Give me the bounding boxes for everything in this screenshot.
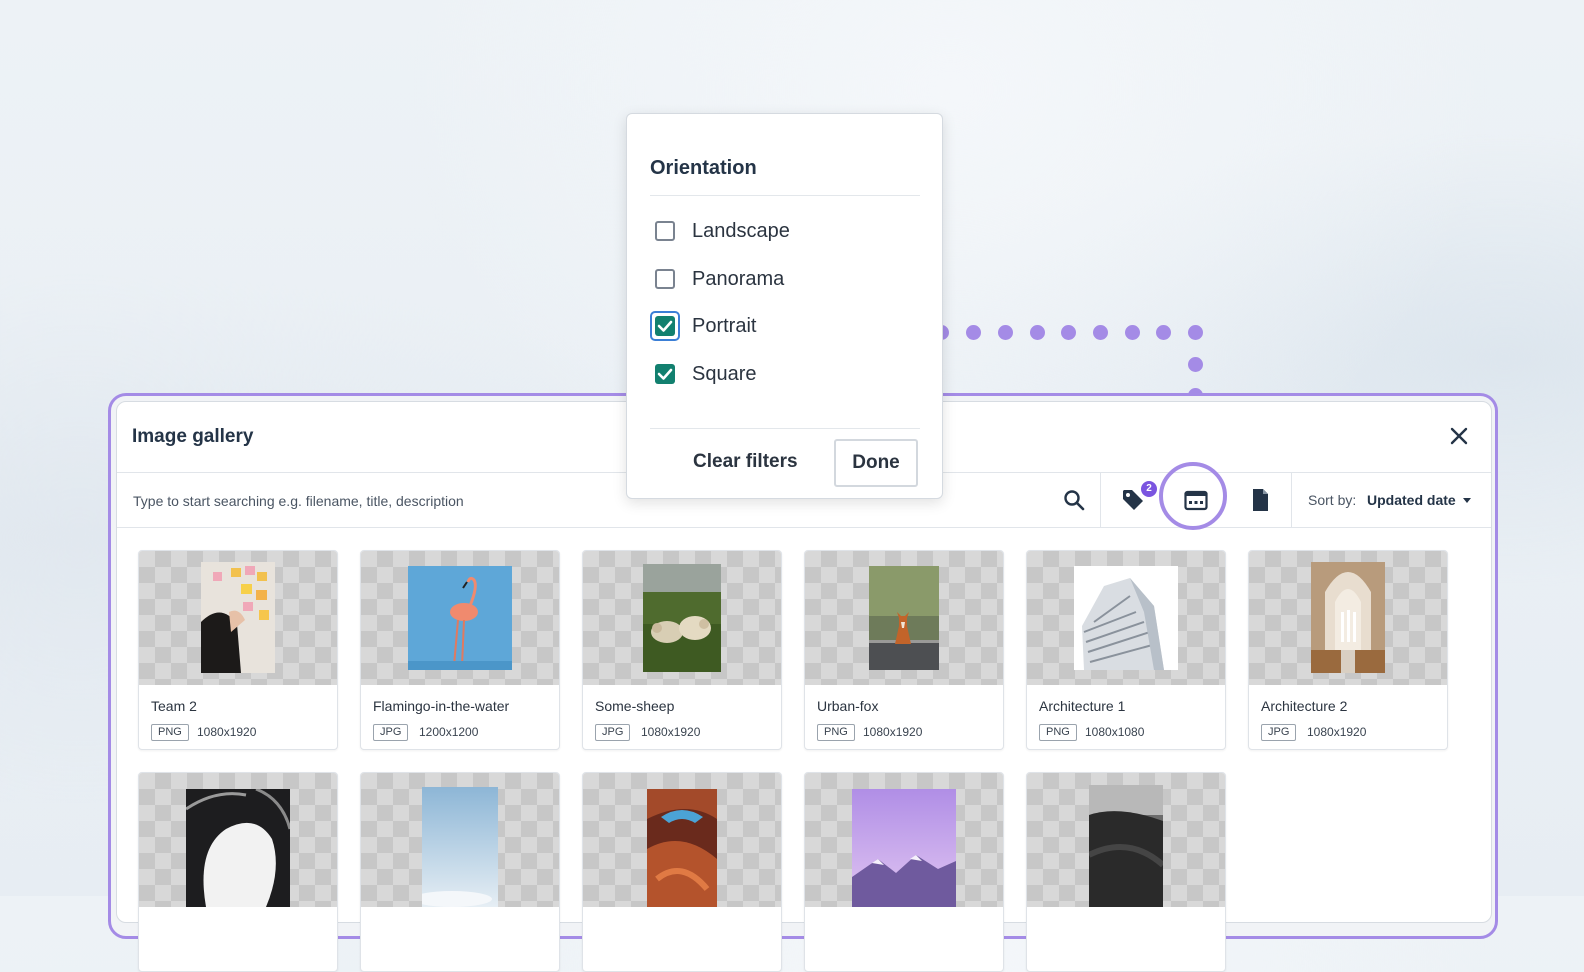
image-thumbnail bbox=[805, 773, 1003, 907]
option-landscape[interactable]: Landscape bbox=[655, 217, 915, 247]
photo-purple-mountains bbox=[852, 789, 956, 907]
checkbox-checked[interactable] bbox=[655, 316, 675, 336]
callout-dot bbox=[1093, 325, 1108, 340]
sort-label: Sort by: bbox=[1308, 492, 1357, 508]
callout-dot bbox=[998, 325, 1013, 340]
photo-sticky-notes bbox=[201, 562, 275, 673]
tag-count-badge: 2 bbox=[1141, 481, 1157, 497]
image-thumbnail bbox=[1027, 773, 1225, 907]
checkbox-checked[interactable] bbox=[655, 364, 675, 384]
image-dimensions: 1080x1920 bbox=[863, 725, 923, 739]
toolbar-divider bbox=[1100, 473, 1101, 527]
image-thumbnail bbox=[361, 551, 559, 685]
sort-select[interactable]: Updated date bbox=[1367, 492, 1456, 508]
photo-church-interior bbox=[1311, 562, 1385, 673]
image-name: Architecture 2 bbox=[1261, 698, 1348, 714]
photo-spiral-building bbox=[186, 789, 290, 907]
checkbox-unchecked[interactable] bbox=[655, 269, 675, 289]
dialog-title: Image gallery bbox=[132, 426, 254, 447]
checkmark-icon bbox=[657, 368, 673, 380]
search-icon[interactable] bbox=[1061, 487, 1087, 513]
popover-title: Orientation bbox=[650, 157, 757, 179]
option-label: Square bbox=[692, 363, 757, 385]
image-dimensions: 1080x1080 bbox=[1085, 725, 1145, 739]
image-name: Some-sheep bbox=[595, 698, 675, 714]
image-name: Architecture 1 bbox=[1039, 698, 1126, 714]
photo-dark-dunes bbox=[1089, 785, 1163, 907]
callout-dot bbox=[1188, 325, 1203, 340]
option-label: Portrait bbox=[692, 315, 757, 337]
image-dimensions: 1080x1920 bbox=[641, 725, 701, 739]
image-card[interactable]: Flamingo-in-the-water JPG 1200x1200 bbox=[360, 550, 560, 750]
image-card[interactable]: Architecture 2 JPG 1080x1920 bbox=[1248, 550, 1448, 750]
image-card[interactable] bbox=[1026, 772, 1226, 972]
image-card[interactable] bbox=[804, 772, 1004, 972]
photo-architecture-building bbox=[1074, 566, 1178, 670]
callout-dot bbox=[1030, 325, 1045, 340]
callout-dot bbox=[966, 325, 981, 340]
image-thumbnail bbox=[1249, 551, 1447, 685]
option-square[interactable]: Square bbox=[655, 360, 915, 390]
image-card[interactable]: Some-sheep JPG 1080x1920 bbox=[582, 550, 782, 750]
image-card[interactable] bbox=[360, 772, 560, 972]
format-badge: JPG bbox=[595, 724, 631, 741]
photo-sheep bbox=[643, 564, 721, 672]
callout-dot bbox=[1188, 357, 1203, 372]
callout-dot bbox=[1061, 325, 1076, 340]
orientation-filter-popover: Orientation Landscape Panorama Portrait … bbox=[626, 113, 943, 499]
image-thumbnail bbox=[139, 773, 337, 907]
option-label: Landscape bbox=[692, 220, 790, 242]
done-button[interactable]: Done bbox=[834, 439, 918, 487]
option-label: Panorama bbox=[692, 268, 785, 290]
callout-dot bbox=[1156, 325, 1171, 340]
close-icon[interactable] bbox=[1447, 424, 1471, 448]
format-badge: PNG bbox=[1039, 724, 1077, 741]
image-thumbnail bbox=[139, 551, 337, 685]
divider bbox=[650, 195, 920, 196]
toolbar-divider bbox=[1291, 473, 1292, 527]
image-card[interactable] bbox=[582, 772, 782, 972]
image-card[interactable]: Urban-fox PNG 1080x1920 bbox=[804, 550, 1004, 750]
divider bbox=[650, 428, 920, 429]
image-dimensions: 1200x1200 bbox=[419, 725, 479, 739]
highlight-ring bbox=[1159, 462, 1227, 530]
photo-sky-clouds bbox=[422, 787, 498, 907]
format-badge: PNG bbox=[151, 724, 189, 741]
image-name: Team 2 bbox=[151, 698, 197, 714]
image-card[interactable]: Team 2 PNG 1080x1920 bbox=[138, 550, 338, 750]
photo-flamingo bbox=[408, 566, 512, 670]
format-badge: JPG bbox=[373, 724, 409, 741]
format-badge: PNG bbox=[817, 724, 855, 741]
clear-filters-button[interactable]: Clear filters bbox=[693, 451, 798, 473]
image-dimensions: 1080x1920 bbox=[1307, 725, 1367, 739]
checkmark-icon bbox=[657, 320, 673, 332]
image-thumbnail bbox=[1027, 551, 1225, 685]
photo-fox bbox=[869, 566, 939, 670]
photo-canyon bbox=[647, 789, 717, 907]
image-dimensions: 1080x1920 bbox=[197, 725, 257, 739]
image-card[interactable]: Architecture 1 PNG 1080x1080 bbox=[1026, 550, 1226, 750]
checkbox-unchecked[interactable] bbox=[655, 221, 675, 241]
image-thumbnail bbox=[583, 773, 781, 907]
caret-down-icon[interactable] bbox=[1461, 494, 1473, 506]
format-badge: JPG bbox=[1261, 724, 1297, 741]
image-name: Urban-fox bbox=[817, 698, 879, 714]
image-name: Flamingo-in-the-water bbox=[373, 698, 510, 714]
file-type-icon[interactable] bbox=[1247, 487, 1273, 513]
option-panorama[interactable]: Panorama bbox=[655, 265, 915, 295]
callout-dot bbox=[1125, 325, 1140, 340]
image-card[interactable] bbox=[138, 772, 338, 972]
image-thumbnail bbox=[583, 551, 781, 685]
image-thumbnail bbox=[805, 551, 1003, 685]
option-portrait[interactable]: Portrait bbox=[650, 311, 915, 342]
image-thumbnail bbox=[361, 773, 559, 907]
